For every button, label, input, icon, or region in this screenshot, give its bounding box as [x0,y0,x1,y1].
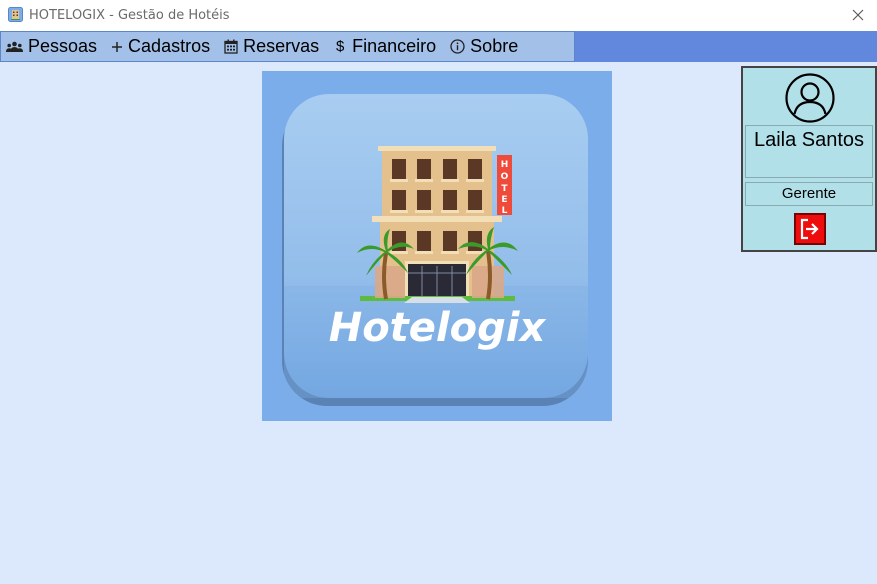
hotelogix-logo: H O T E L Hotelogix [262,71,612,421]
logout-icon [800,218,819,240]
user-name: Laila Santos [745,125,873,178]
svg-text:H: H [501,160,509,170]
info-icon [450,39,465,54]
calendar-icon [224,39,238,54]
window-title: HOTELOGIX - Gestão de Hotéis [29,8,230,23]
user-avatar-icon [785,73,835,123]
title-bar: HOTELOGIX - Gestão de Hotéis [0,0,877,31]
main-menu: Pessoas Cadastros Reservas $ Financeiro … [0,31,575,62]
menu-item-financeiro[interactable]: $ Financeiro [328,32,445,61]
hotel-app-icon [8,7,23,22]
svg-text:E: E [501,195,507,205]
logo-brand-text: Hotelogix [329,305,547,351]
user-role: Gerente [745,182,873,206]
svg-text:L: L [502,206,508,216]
menu-item-sobre[interactable]: Sobre [445,32,527,61]
menu-item-reservas-label: Reservas [243,36,320,56]
close-button[interactable] [845,2,871,27]
people-icon [6,41,23,53]
menu-item-pessoas[interactable]: Pessoas [1,32,106,61]
menu-item-financeiro-label: Financeiro [352,36,437,56]
svg-text:T: T [501,184,508,194]
menu-item-cadastros[interactable]: Cadastros [106,32,219,61]
plus-icon [111,41,123,53]
menu-item-sobre-label: Sobre [470,36,519,56]
menu-item-pessoas-label: Pessoas [28,36,98,56]
user-panel: Laila Santos Gerente [741,66,877,252]
menu-item-reservas[interactable]: Reservas [219,32,328,61]
svg-text:O: O [501,172,509,182]
dollar-icon: $ [335,38,345,55]
menu-item-cadastros-label: Cadastros [128,36,211,56]
close-icon [852,9,864,20]
logout-button[interactable] [794,213,826,245]
